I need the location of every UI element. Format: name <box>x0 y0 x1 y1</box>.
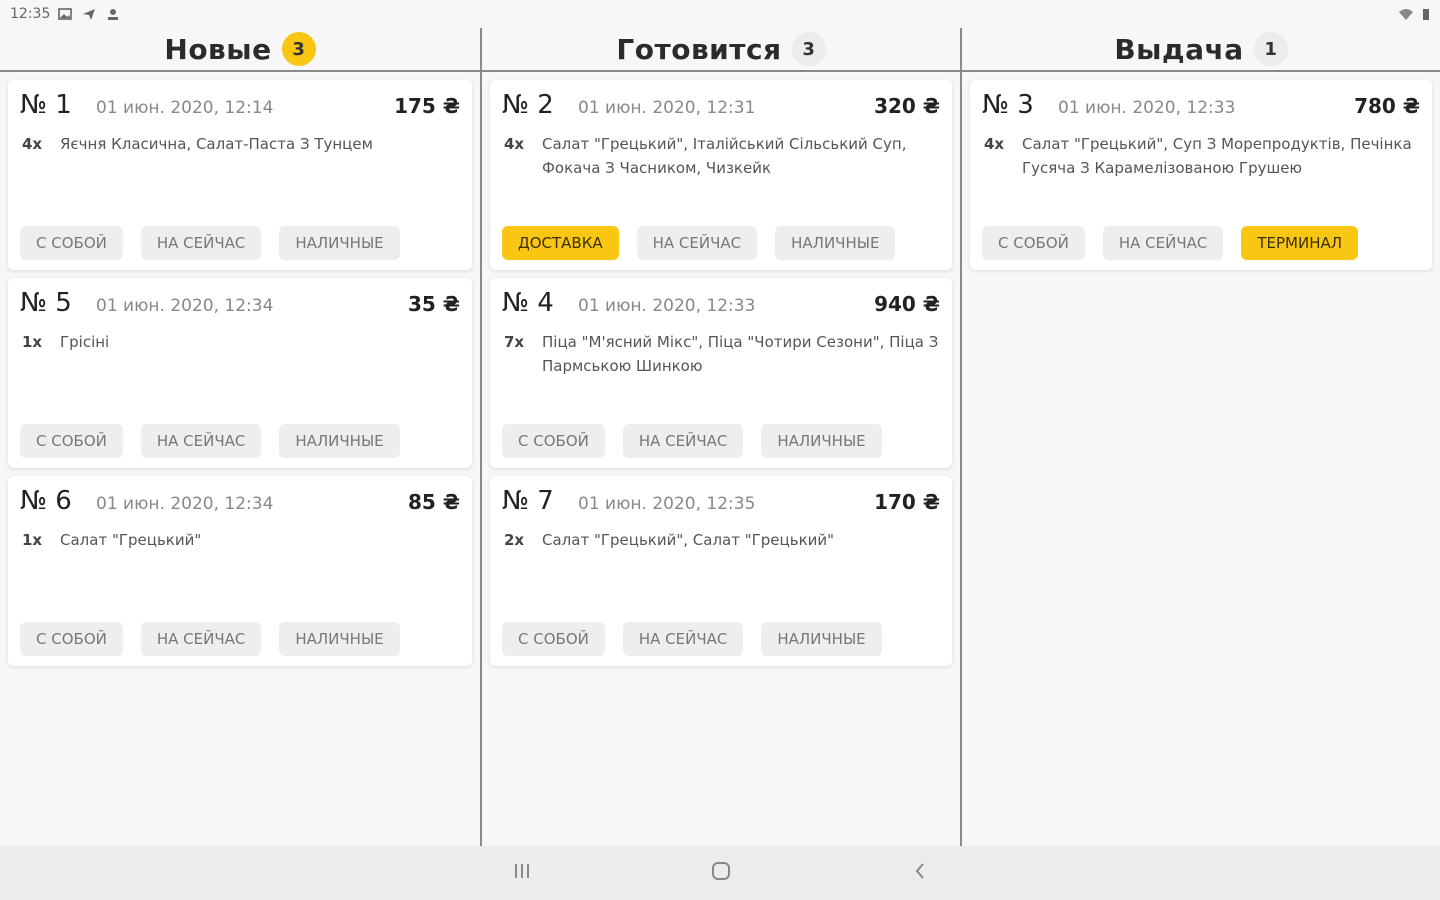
column-new: Новые 3 № 1 01 июн. 2020, 12:14 175 ₴ 4x… <box>0 28 480 846</box>
order-date: 01 июн. 2020, 12:33 <box>1058 98 1236 118</box>
column-title: Выдача <box>1114 32 1244 66</box>
order-price: 320 ₴ <box>874 94 940 118</box>
order-qty: 4x <box>984 135 1005 153</box>
order-items: Салат "Грецький" <box>60 531 202 549</box>
tag-takeaway: С СОБОЙ <box>502 622 605 656</box>
order-items: Салат "Грецький", Суп З Морепродуктів, П… <box>1022 135 1412 177</box>
column-pickup: Выдача 1 № 3 01 июн. 2020, 12:33 780 ₴ 4… <box>960 28 1440 846</box>
recent-apps-button[interactable] <box>492 853 552 893</box>
order-number: № 6 <box>20 486 72 516</box>
tag-takeaway: С СОБОЙ <box>20 226 123 260</box>
order-number: № 5 <box>20 288 72 318</box>
order-card[interactable]: № 3 01 июн. 2020, 12:33 780 ₴ 4x Салат "… <box>970 80 1432 270</box>
count-badge: 3 <box>791 32 826 66</box>
tag-timing: НА СЕЙЧАС <box>1102 226 1224 260</box>
tag-takeaway: С СОБОЙ <box>20 622 123 656</box>
column-header: Выдача 1 <box>962 28 1440 72</box>
system-nav-bar <box>0 846 1440 900</box>
order-number: № 4 <box>502 288 554 318</box>
tag-takeaway: С СОБОЙ <box>502 424 605 458</box>
order-qty: 1x <box>22 531 43 549</box>
order-qty: 4x <box>504 135 525 153</box>
count-badge: 1 <box>1253 32 1288 66</box>
battery-icon <box>1422 7 1430 21</box>
order-items: Яєчня Класична, Салат-Паста З Тунцем <box>60 135 373 153</box>
tag-takeaway: С СОБОЙ <box>982 226 1085 260</box>
order-date: 01 июн. 2020, 12:14 <box>96 98 274 118</box>
tag-payment: НАЛИЧНЫЕ <box>761 622 882 656</box>
tag-payment: НАЛИЧНЫЕ <box>761 424 882 458</box>
tag-takeaway: С СОБОЙ <box>20 424 123 458</box>
column-header: Новые 3 <box>0 28 480 72</box>
order-card[interactable]: № 1 01 июн. 2020, 12:14 175 ₴ 4x Яєчня К… <box>8 80 472 270</box>
tag-timing: НА СЕЙЧАС <box>140 622 262 656</box>
recent-apps-icon <box>512 862 532 884</box>
column-cooking: Готовится 3 № 2 01 июн. 2020, 12:31 320 … <box>480 28 960 846</box>
order-card[interactable]: № 5 01 июн. 2020, 12:34 35 ₴ 1x Грісіні … <box>8 278 472 468</box>
tag-payment: НАЛИЧНЫЕ <box>279 226 400 260</box>
order-price: 175 ₴ <box>394 94 460 118</box>
order-number: № 7 <box>502 486 554 516</box>
status-time: 12:35 <box>10 6 51 22</box>
order-price: 940 ₴ <box>874 292 940 316</box>
tag-payment: НАЛИЧНЫЕ <box>279 622 400 656</box>
tag-timing: НА СЕЙЧАС <box>636 226 758 260</box>
status-bar: 12:35 <box>0 0 1440 28</box>
order-date: 01 июн. 2020, 12:34 <box>96 494 274 514</box>
tag-timing: НА СЕЙЧАС <box>622 622 744 656</box>
home-icon <box>710 860 732 886</box>
count-badge: 3 <box>281 32 316 66</box>
order-qty: 2x <box>504 531 525 549</box>
person-icon <box>106 7 122 21</box>
order-items: Піца "М'ясний Мікс", Піца "Чотири Сезони… <box>542 333 939 375</box>
column-title: Готовится <box>616 32 782 66</box>
send-icon <box>82 7 98 21</box>
order-board: Новые 3 № 1 01 июн. 2020, 12:14 175 ₴ 4x… <box>0 28 1440 846</box>
back-icon <box>912 861 928 885</box>
tag-payment: НАЛИЧНЫЕ <box>279 424 400 458</box>
order-price: 85 ₴ <box>408 490 460 514</box>
order-card[interactable]: № 2 01 июн. 2020, 12:31 320 ₴ 4x Салат "… <box>490 80 952 270</box>
order-card[interactable]: № 6 01 июн. 2020, 12:34 85 ₴ 1x Салат "Г… <box>8 476 472 666</box>
tag-timing: НА СЕЙЧАС <box>140 424 262 458</box>
image-icon <box>58 7 74 21</box>
order-date: 01 июн. 2020, 12:35 <box>578 494 756 514</box>
tag-terminal: ТЕРМИНАЛ <box>1241 226 1359 260</box>
order-price: 170 ₴ <box>874 490 940 514</box>
tag-timing: НА СЕЙЧАС <box>622 424 744 458</box>
tag-delivery: ДОСТАВКА <box>502 226 619 260</box>
order-date: 01 июн. 2020, 12:34 <box>96 296 274 316</box>
back-button[interactable] <box>890 853 950 893</box>
order-date: 01 июн. 2020, 12:31 <box>578 98 756 118</box>
order-card[interactable]: № 7 01 июн. 2020, 12:35 170 ₴ 2x Салат "… <box>490 476 952 666</box>
order-qty: 7x <box>504 333 525 351</box>
home-button[interactable] <box>691 853 751 893</box>
order-items: Салат "Грецький", Італійський Сільський … <box>542 135 907 177</box>
order-items: Салат "Грецький", Салат "Грецький" <box>542 531 835 549</box>
column-title: Новые <box>164 32 272 66</box>
order-items: Грісіні <box>60 333 110 351</box>
order-card[interactable]: № 4 01 июн. 2020, 12:33 940 ₴ 7x Піца "М… <box>490 278 952 468</box>
order-price: 35 ₴ <box>408 292 460 316</box>
column-header: Готовится 3 <box>482 28 960 72</box>
order-price: 780 ₴ <box>1354 94 1420 118</box>
order-number: № 1 <box>20 90 72 120</box>
order-qty: 1x <box>22 333 43 351</box>
tag-timing: НА СЕЙЧАС <box>140 226 262 260</box>
order-date: 01 июн. 2020, 12:33 <box>578 296 756 316</box>
order-number: № 3 <box>982 90 1034 120</box>
order-qty: 4x <box>22 135 43 153</box>
order-number: № 2 <box>502 90 554 120</box>
tag-payment: НАЛИЧНЫЕ <box>775 226 896 260</box>
wifi-icon <box>1398 7 1414 21</box>
